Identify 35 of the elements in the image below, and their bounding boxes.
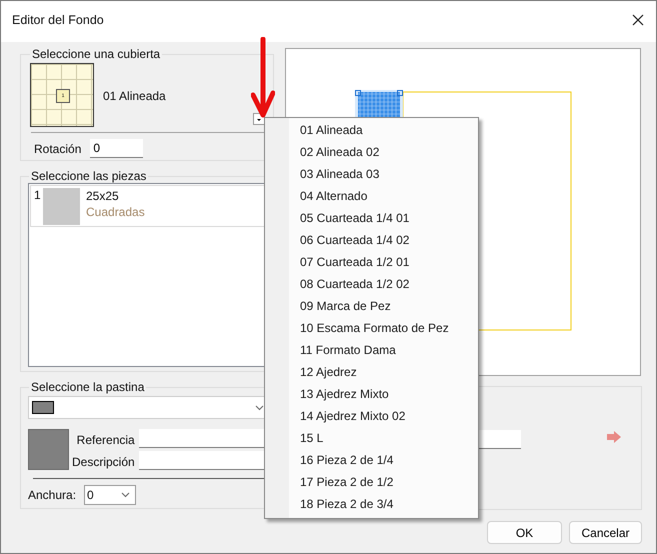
dialog-button[interactable]: OK <box>487 521 562 544</box>
reference-label: Referencia <box>76 432 135 449</box>
menu-item[interactable]: 14 Ajedrez Mixto 02 <box>265 405 478 427</box>
dialog-button[interactable]: Cancelar <box>569 521 642 544</box>
group-label: Seleccione las piezas <box>30 169 148 183</box>
group-label: Seleccione una cubierta <box>31 47 162 61</box>
menu-item[interactable]: 08 Cuarteada 1/2 02 <box>265 273 478 295</box>
window-title: Editor del Fondo <box>12 12 104 26</box>
menu-item[interactable]: 05 Cuarteada 1/4 01 <box>265 207 478 229</box>
width-label: Anchura: <box>28 488 76 502</box>
pattern-name: 01 Alineada <box>103 89 167 103</box>
menu-item[interactable]: 09 Marca de Pez <box>265 295 478 317</box>
rotation-field[interactable]: 0 <box>90 139 144 158</box>
menu-item[interactable]: 12 Ajedrez <box>265 361 478 383</box>
menu-item[interactable]: 04 Alternado <box>265 185 478 207</box>
menu-item[interactable]: 03 Alineada 03 <box>265 163 478 185</box>
menu-item[interactable]: 15 L <box>265 427 478 449</box>
menu-item[interactable]: 11 Formato Dama <box>265 339 478 361</box>
menu-item[interactable]: 01 Alineada <box>265 119 478 141</box>
piece-item[interactable]: 1 25x25 Cuadradas <box>30 185 265 227</box>
menu-item[interactable]: 18 Pieza 2 de 3/4 <box>265 493 478 515</box>
description-label: Descripción <box>72 454 135 471</box>
group-label: Seleccione la pastina <box>30 380 146 394</box>
menu-item[interactable]: 16 Pieza 2 de 1/4 <box>265 449 478 471</box>
piece-category: Cuadradas <box>86 204 146 220</box>
rotation-label: Rotación <box>34 142 82 156</box>
width-dropdown[interactable]: 0 <box>84 485 136 505</box>
piece-number: 1 <box>34 188 42 204</box>
piece-size: 25x25 <box>86 188 120 204</box>
menu-item[interactable]: 10 Escama Formato de Pez <box>265 317 478 339</box>
menu-item[interactable]: 02 Alineada 02 <box>265 141 478 163</box>
menu-item[interactable]: 06 Cuarteada 1/4 02 <box>265 229 478 251</box>
menu-item[interactable]: 17 Pieza 2 de 1/2 <box>265 471 478 493</box>
menu-item[interactable]: 07 Cuarteada 1/2 01 <box>265 251 478 273</box>
menu-item[interactable]: 13 Ajedrez Mixto <box>265 383 478 405</box>
